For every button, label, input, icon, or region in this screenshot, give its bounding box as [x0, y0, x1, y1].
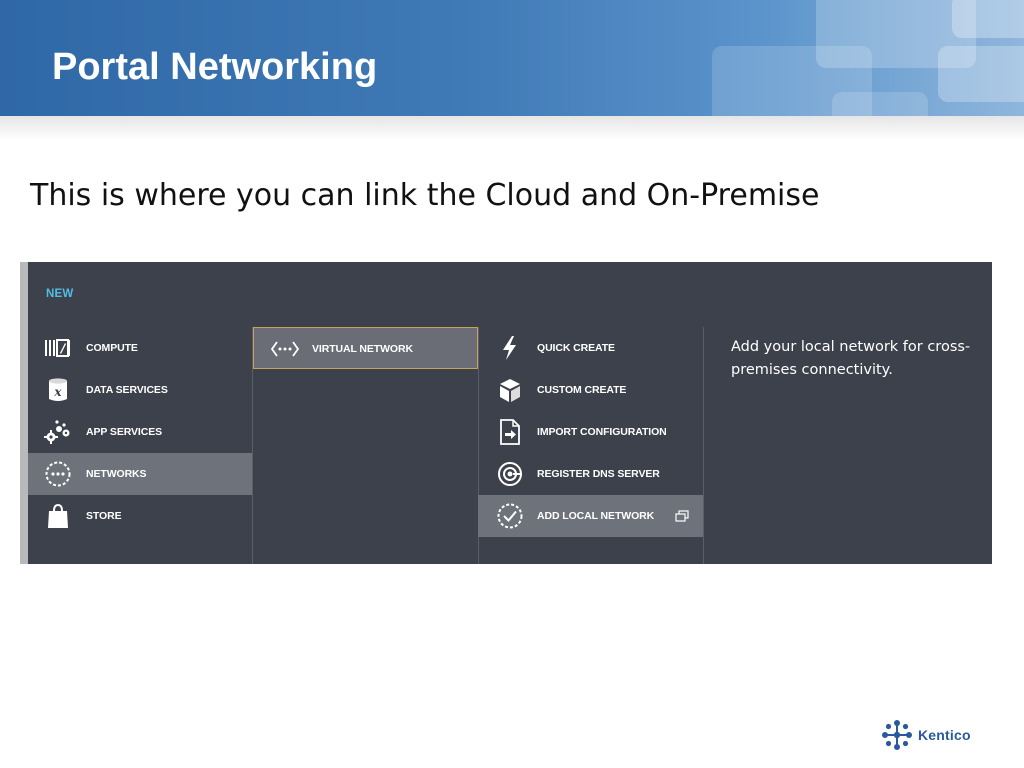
menu-item-label: QUICK CREATE — [537, 342, 615, 354]
menu-item-label: IMPORT CONFIGURATION — [537, 426, 667, 438]
menu-item-compute[interactable]: COMPUTE — [28, 327, 252, 369]
menu-item-label: CUSTOM CREATE — [537, 384, 627, 396]
menu-item-label: STORE — [86, 510, 122, 522]
decorative-tile — [832, 92, 928, 116]
page-title: Portal Networking — [52, 46, 378, 88]
menu-item-label: COMPUTE — [86, 342, 138, 354]
category-list: COMPUTE x DATA SERVICES APP SERVICES NET… — [28, 327, 252, 537]
item-description: Add your local network for cross-premise… — [731, 339, 971, 378]
decorative-tile — [938, 46, 1024, 102]
column-divider — [703, 327, 704, 564]
checkmark-circle-icon — [497, 503, 523, 529]
menu-item-register-dns-server[interactable]: REGISTER DNS SERVER — [478, 453, 703, 495]
dns-server-icon — [498, 462, 522, 486]
gears-icon — [44, 420, 70, 444]
menu-item-custom-create[interactable]: CUSTOM CREATE — [478, 369, 703, 411]
portal-edge — [20, 262, 28, 564]
menu-item-label: DATA SERVICES — [86, 384, 168, 396]
new-label: NEW — [46, 288, 74, 300]
shopping-bag-icon — [48, 503, 68, 528]
kentico-logo: Kentico — [880, 718, 980, 752]
menu-item-store[interactable]: STORE — [28, 495, 252, 537]
logo-text: Kentico — [918, 727, 971, 743]
menu-item-quick-create[interactable]: QUICK CREATE — [478, 327, 703, 369]
network-icon — [45, 461, 71, 487]
portal-new-menu: NEW COMPUTE x DATA SERVICES APP SERVICES… — [20, 262, 992, 564]
menu-item-label: VIRTUAL NETWORK — [312, 343, 413, 355]
menu-item-import-configuration[interactable]: IMPORT CONFIGURATION — [478, 411, 703, 453]
header-banner: Portal Networking — [0, 0, 1024, 116]
menu-item-data-services[interactable]: x DATA SERVICES — [28, 369, 252, 411]
menu-item-networks[interactable]: NETWORKS — [28, 453, 252, 495]
menu-item-label: REGISTER DNS SERVER — [537, 468, 660, 480]
compute-icon — [45, 339, 70, 357]
database-icon: x — [49, 378, 67, 401]
import-file-icon — [500, 419, 520, 445]
menu-item-label: APP SERVICES — [86, 426, 163, 438]
svg-text:x: x — [53, 385, 62, 399]
virtual-network-icon — [270, 341, 300, 357]
banner-shadow — [0, 116, 1024, 140]
action-list: QUICK CREATE CUSTOM CREATE IMPORT CONFIG… — [478, 327, 703, 537]
menu-item-add-local-network[interactable]: ADD LOCAL NETWORK — [478, 495, 703, 537]
popout-icon[interactable] — [675, 510, 689, 522]
service-list: VIRTUAL NETWORK — [253, 327, 478, 369]
menu-item-app-services[interactable]: APP SERVICES — [28, 411, 252, 453]
menu-item-virtual-network[interactable]: VIRTUAL NETWORK — [253, 327, 478, 369]
cube-icon — [500, 379, 520, 402]
menu-item-label: NETWORKS — [86, 468, 147, 480]
menu-item-label: ADD LOCAL NETWORK — [537, 510, 655, 522]
decorative-tile — [952, 0, 1024, 38]
slide-subtitle: This is where you can link the Cloud and… — [30, 178, 820, 213]
lightning-icon — [503, 336, 516, 360]
kentico-logo-icon — [882, 720, 912, 750]
